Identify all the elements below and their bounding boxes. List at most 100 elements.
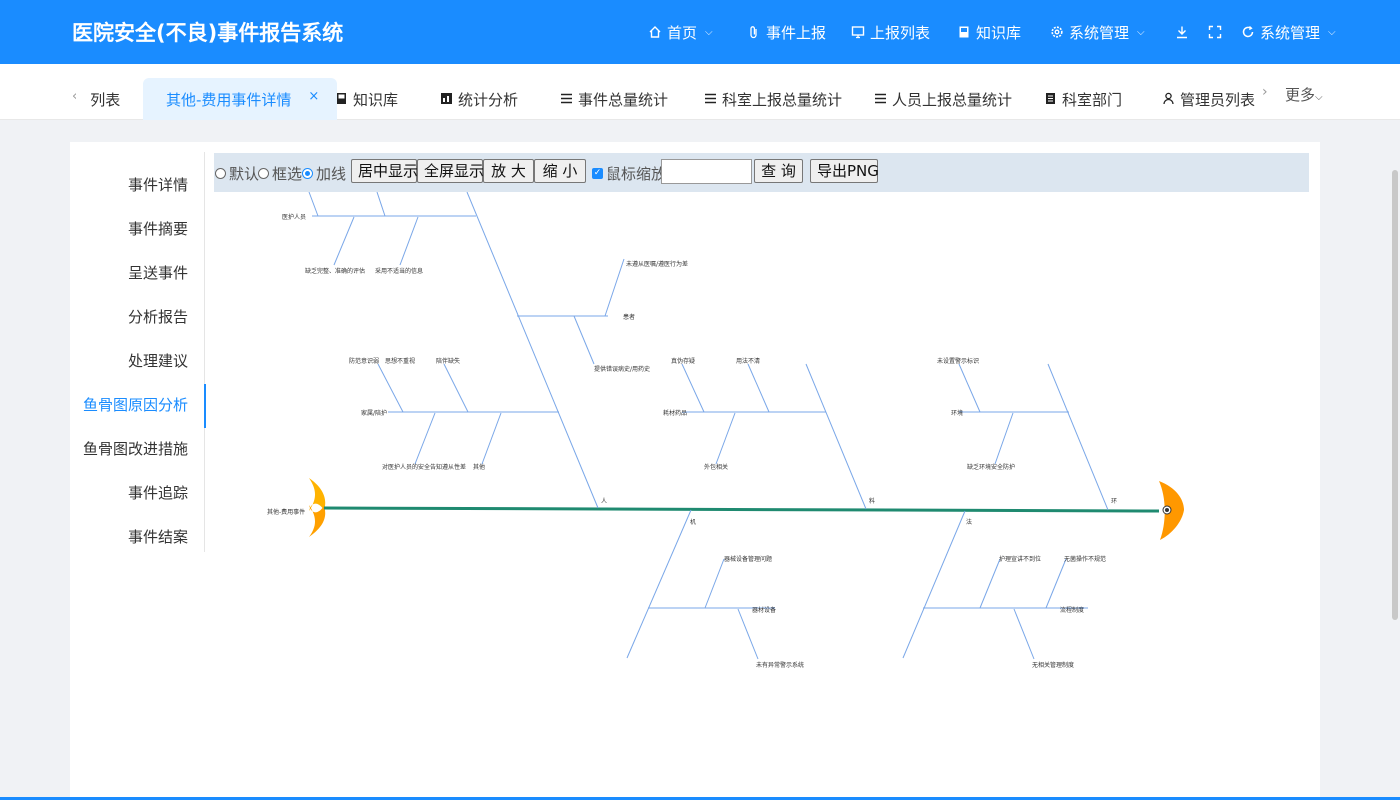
mode-radio-default[interactable]: 默认	[215, 163, 259, 184]
subcause-label: 采用不适当的信息	[375, 267, 423, 275]
tab-department[interactable]: 科室部门	[1044, 78, 1122, 120]
cause-label: 环境	[951, 409, 963, 417]
tab-person-total[interactable]: 人员上报总量统计	[874, 78, 1012, 120]
subcause-label: 思想不重视	[385, 357, 415, 365]
side-item-fishbone-improve[interactable]: 鱼骨图改进措施	[83, 438, 188, 459]
page-scrollbar[interactable]	[1392, 170, 1398, 620]
bone-category-people	[466, 192, 599, 509]
chevron-left-icon: ‹	[72, 89, 78, 104]
export-png-button[interactable]: 导出PNG	[810, 159, 879, 183]
tab-label: 其他-费用事件详情	[166, 91, 292, 109]
bone-sub	[747, 363, 770, 413]
fullscreen-button[interactable]	[1208, 22, 1222, 42]
bone-category-material	[805, 363, 867, 510]
subcause-label: 对医护人员的安全告知遵从性差	[382, 463, 466, 471]
side-item-handling-advice[interactable]: 处理建议	[128, 350, 188, 371]
list-icon	[560, 92, 573, 105]
radio-icon[interactable]	[258, 168, 269, 179]
bone-sub	[958, 363, 981, 413]
center-view-button[interactable]: 居中显示	[351, 159, 418, 183]
category-label: 环	[1111, 498, 1117, 505]
tab-label: 统计分析	[458, 91, 519, 109]
bone-sub	[1013, 608, 1035, 660]
checkbox-icon[interactable]: ✓	[592, 168, 603, 179]
cause-label: 其他	[473, 463, 485, 471]
nav-report-list[interactable]: 上报列表	[851, 22, 930, 42]
cause-label: 器材设备	[752, 606, 776, 614]
tab-label: 事件总量统计	[578, 91, 669, 109]
fullscreen-view-button[interactable]: 全屏显示	[417, 159, 484, 183]
app-title: 医院安全(不良)事件报告系统	[72, 21, 344, 45]
nav-knowledge[interactable]: 知识库	[957, 22, 1021, 42]
mode-radio-select[interactable]: 框选	[258, 163, 302, 184]
query-button[interactable]: 查 询	[754, 159, 803, 183]
top-header: 医院安全(不良)事件报告系统 首页 ⌵ 事件上报 上报列表 知识库 系统管理 ⌵	[0, 0, 1400, 64]
tab-statistics[interactable]: 统计分析	[440, 78, 518, 120]
cause-label: 未有异常警示系统	[756, 661, 804, 669]
subcause-label: 提供错误病史/用药史	[594, 365, 650, 373]
bone-sub	[737, 608, 759, 660]
nav-report[interactable]: 事件上报	[747, 22, 826, 42]
category-label: 人	[601, 498, 607, 505]
nav-label: 系统管理	[1260, 23, 1321, 42]
cause-label: 耗材药品	[663, 409, 687, 417]
fishbone-canvas: 其他-费用事件 人 料 环 机 法 医护人员 患者 家属/陪护 其他 耗材药品 …	[267, 192, 1184, 669]
radio-label: 加线	[316, 165, 347, 183]
tab-list[interactable]: ‹ 列表	[72, 78, 120, 120]
subcause-label: 缺乏完整、准确的评估	[305, 267, 365, 275]
monitor-icon	[851, 25, 865, 39]
bone-sub	[704, 558, 725, 609]
side-item-submit-event[interactable]: 呈送事件	[128, 262, 188, 283]
bone-sub	[377, 363, 404, 413]
tab-event-detail[interactable]: 其他-费用事件详情 ×	[143, 78, 338, 120]
bone-sub	[681, 363, 705, 413]
mouse-zoom-toggle[interactable]: ✓ 鼠标缩放	[592, 163, 666, 184]
bone-sub	[979, 558, 1001, 609]
side-item-event-summary[interactable]: 事件摘要	[128, 218, 188, 239]
bone-category-environment	[1047, 363, 1109, 511]
mode-radio-addline[interactable]: 加线	[302, 163, 346, 184]
cause-label: 外包相关	[704, 463, 728, 471]
nav-user-menu[interactable]: 系统管理 ⌵	[1241, 22, 1336, 42]
close-icon[interactable]: ×	[308, 89, 319, 120]
zoom-in-button[interactable]: 放 大	[483, 159, 534, 183]
category-label: 料	[869, 497, 875, 505]
bone-sub	[994, 412, 1014, 465]
book-icon	[335, 92, 348, 105]
tab-admin-list[interactable]: 管理员列表	[1162, 78, 1255, 120]
tab-event-total[interactable]: 事件总量统计	[560, 78, 668, 120]
side-item-event-detail[interactable]: 事件详情	[128, 174, 188, 195]
diagram-toolbar: 默认 框选 加线 居中显示 全屏显示 放 大 缩 小 ✓ 鼠标缩放 查 询 导出…	[214, 153, 1309, 192]
side-item-event-tracking[interactable]: 事件追踪	[128, 482, 188, 503]
download-button[interactable]	[1175, 22, 1189, 42]
more-tabs-button[interactable]: 更多⌵	[1285, 84, 1323, 105]
fish-pupil	[1165, 508, 1169, 512]
content-card: 事件详情 事件摘要 呈送事件 分析报告 处理建议 鱼骨图原因分析 鱼骨图改进措施…	[70, 142, 1320, 800]
nav-label: 知识库	[976, 23, 1022, 42]
checkbox-label: 鼠标缩放	[606, 165, 667, 183]
chevron-right-icon[interactable]: ›	[1262, 84, 1268, 100]
side-item-analysis-report[interactable]: 分析报告	[128, 306, 188, 327]
chevron-down-icon: ⌵	[1137, 26, 1145, 38]
radio-icon[interactable]	[215, 168, 226, 179]
side-item-event-close[interactable]: 事件结案	[128, 526, 188, 547]
radio-label: 框选	[272, 165, 303, 183]
search-input[interactable]	[661, 159, 752, 184]
radio-icon[interactable]	[302, 168, 313, 179]
list-icon	[704, 92, 717, 105]
zoom-out-button[interactable]: 缩 小	[534, 159, 586, 183]
fishbone-diagram: 其他-费用事件 人 料 环 机 法 医护人员 患者 家属/陪护 其他 耗材药品 …	[214, 192, 1309, 800]
fish-spine	[323, 506, 1160, 513]
side-item-fishbone-cause[interactable]: 鱼骨图原因分析	[83, 394, 188, 415]
nav-home[interactable]: 首页 ⌵	[648, 22, 713, 42]
tab-dept-total[interactable]: 科室上报总量统计	[704, 78, 842, 120]
cause-label: 流程制度	[1060, 606, 1084, 614]
tab-knowledge[interactable]: 知识库	[335, 78, 398, 120]
cause-label: 器械设备管理问题	[724, 555, 772, 563]
nav-system-admin[interactable]: 系统管理 ⌵	[1050, 22, 1145, 42]
nav-label: 上报列表	[870, 23, 931, 42]
tab-bar: ‹ 列表 其他-费用事件详情 × 知识库 统计分析 事件总量统计 科室上报总量统…	[0, 64, 1400, 120]
bone-sub	[481, 412, 502, 465]
cause-label: 无相关管理制度	[1032, 661, 1074, 669]
bone-sub	[414, 412, 436, 465]
